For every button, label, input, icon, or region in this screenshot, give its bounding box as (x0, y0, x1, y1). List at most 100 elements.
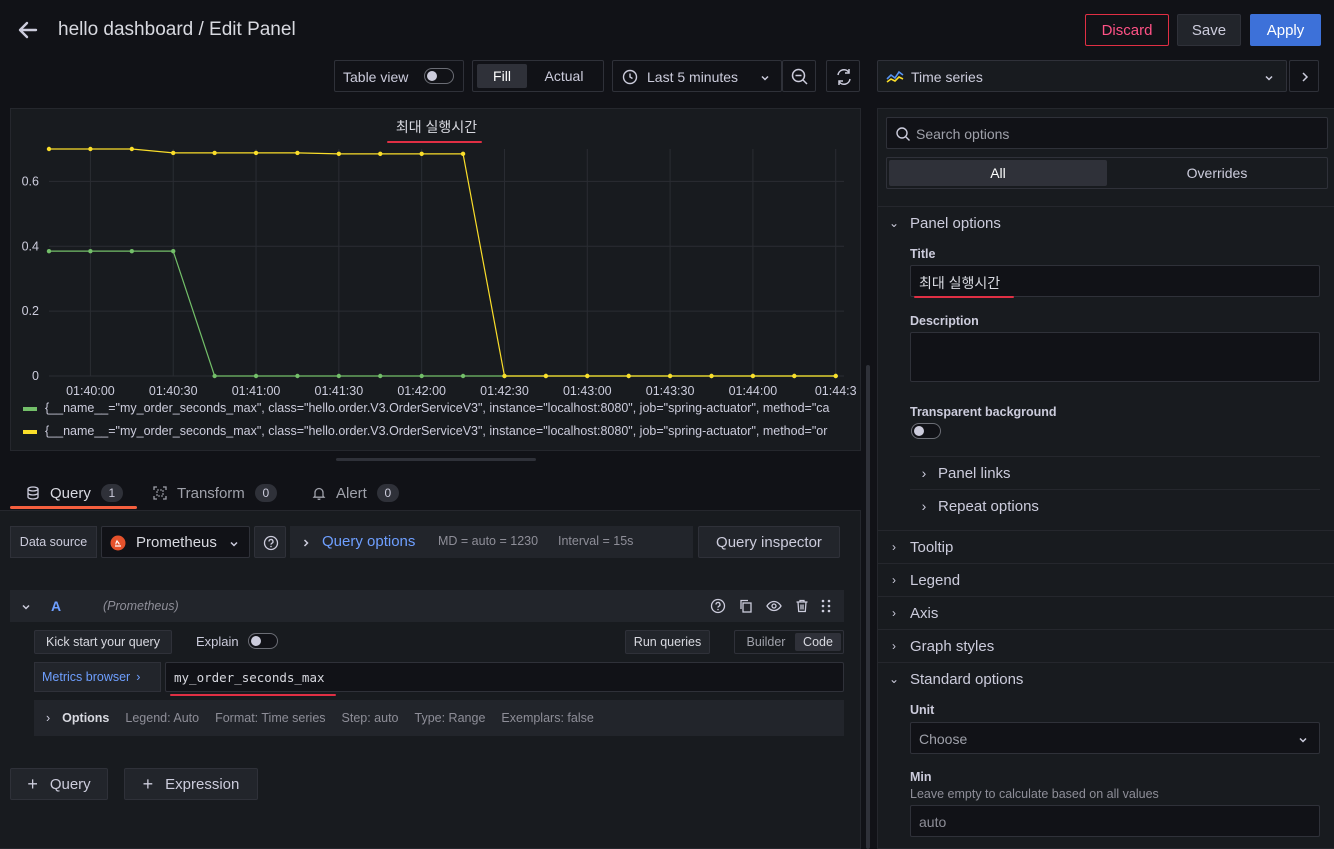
section-tooltip[interactable]: › Tooltip (878, 530, 1334, 563)
query-expression-input[interactable]: my_order_seconds_max (165, 662, 844, 692)
section-legend[interactable]: › Legend (878, 563, 1334, 596)
x-tick-label: 01:40:30 (149, 384, 198, 398)
data-point (212, 150, 217, 156)
chevron-down-icon: ⌄ (888, 216, 900, 230)
tab-alert[interactable]: Alert 0 (302, 478, 409, 508)
query-options-bar[interactable]: Query options MD = auto = 1230 Interval … (290, 526, 693, 558)
description-textarea[interactable] (910, 332, 1320, 382)
data-point (171, 248, 176, 254)
section-graph-styles[interactable]: › Graph styles (878, 629, 1334, 662)
tab-transform[interactable]: Transform 0 (143, 478, 287, 508)
chevron-down-icon (228, 537, 240, 553)
query-options-label[interactable]: Query options (322, 533, 415, 550)
exemplars-info: Exemplars: false (501, 711, 594, 725)
query-row-header: A (Prometheus) (10, 590, 844, 622)
save-button[interactable]: Save (1177, 14, 1241, 46)
legend-label: {__name__="my_order_seconds_max", class=… (45, 424, 828, 438)
step-info: Step: auto (341, 711, 399, 725)
y-tick-label: 0.4 (22, 239, 39, 253)
data-point (336, 373, 342, 379)
explain-toggle[interactable] (248, 633, 278, 649)
tab-query[interactable]: Query 1 (10, 478, 139, 508)
data-point (295, 150, 300, 156)
unit-select[interactable]: Choose (910, 722, 1320, 754)
min-input[interactable]: auto (910, 805, 1320, 837)
add-expression-button[interactable]: + Expression (124, 768, 258, 800)
data-point (171, 150, 176, 156)
visualization-picker[interactable]: Time series (877, 60, 1287, 92)
zoom-out-icon[interactable] (782, 60, 816, 92)
chevron-right-icon: › (892, 540, 896, 554)
tab-transform-label: Transform (177, 484, 245, 502)
section-panel-links[interactable]: › Panel links (910, 456, 1320, 489)
apply-button[interactable]: Apply (1250, 14, 1321, 46)
data-source-picker[interactable]: Prometheus (101, 526, 250, 558)
builder-mode-button[interactable]: Builder (737, 633, 795, 651)
time-series-icon (886, 69, 904, 86)
legend-item[interactable]: {__name__="my_order_seconds_max", class=… (23, 401, 858, 417)
kick-start-query-button[interactable]: Kick start your query (34, 630, 172, 654)
section-standard-options[interactable]: ⌄ Standard options (878, 662, 1334, 695)
data-point (295, 373, 300, 379)
title-input[interactable]: 최대 실행시간 (910, 265, 1320, 297)
actual-button[interactable]: Actual (533, 64, 595, 88)
chevron-right-icon (300, 536, 312, 552)
table-view-switch[interactable] (424, 68, 454, 84)
data-point (460, 151, 466, 157)
x-tick-label: 01:44:3 (815, 384, 857, 398)
time-range-picker[interactable]: Last 5 minutes (612, 60, 782, 92)
copy-icon[interactable] (738, 598, 754, 617)
tab-all[interactable]: All (889, 160, 1107, 186)
x-tick-label: 01:43:30 (646, 384, 695, 398)
data-point (88, 248, 93, 254)
add-query-button[interactable]: + Query (10, 768, 108, 800)
section-axis[interactable]: › Axis (878, 596, 1334, 629)
section-repeat-options[interactable]: › Repeat options (910, 489, 1320, 522)
tab-overrides[interactable]: Overrides (1109, 160, 1325, 186)
section-panel-options[interactable]: ⌄ Panel options (878, 206, 1334, 239)
data-point (460, 373, 466, 379)
metrics-browser-button[interactable]: Metrics browser › (34, 662, 161, 692)
eye-icon[interactable] (766, 598, 782, 617)
chevron-right-icon: › (46, 711, 51, 725)
legend-swatch (23, 429, 37, 434)
data-point (378, 373, 383, 379)
run-queries-button[interactable]: Run queries (625, 630, 710, 654)
resize-handle[interactable] (336, 458, 536, 461)
explain-label: Explain (196, 634, 239, 649)
data-point (46, 248, 52, 254)
trash-icon[interactable] (794, 598, 810, 617)
search-options-input[interactable]: Search options (886, 117, 1328, 149)
chevron-right-icon: › (136, 670, 141, 684)
drag-handle-icon[interactable] (820, 598, 832, 617)
legend-item[interactable]: {__name__="my_order_seconds_max", class=… (23, 424, 858, 440)
help-icon[interactable] (254, 526, 286, 558)
table-view-toggle[interactable]: Table view (334, 60, 464, 92)
chevron-right-icon[interactable] (1289, 60, 1319, 92)
time-range-label: Last 5 minutes (647, 69, 739, 85)
data-point (419, 151, 424, 157)
query-datasource-hint: (Prometheus) (103, 599, 179, 613)
transparent-background-label: Transparent background (910, 405, 1057, 419)
panel-preview: 최대 실행시간 0 0.2 0.4 0.6 01:40:00 01:40:30 01:41:… (10, 108, 861, 451)
query-inspector-button[interactable]: Query inspector (698, 526, 840, 558)
transparent-background-toggle[interactable] (911, 423, 941, 439)
chevron-down-icon (759, 71, 771, 87)
query-ref-id[interactable]: A (51, 598, 61, 614)
back-arrow-icon[interactable] (16, 18, 40, 42)
collapse-chevron-icon[interactable] (20, 600, 32, 616)
data-point (46, 146, 52, 152)
metrics-browser-label: Metrics browser (42, 670, 131, 684)
data-point (378, 151, 383, 157)
discard-button[interactable]: Discard (1085, 14, 1169, 46)
help-icon[interactable] (710, 598, 726, 617)
refresh-icon[interactable] (826, 60, 860, 92)
query-options-row[interactable]: › Options Legend: Auto Format: Time seri… (34, 700, 844, 736)
search-icon (895, 126, 911, 145)
clock-icon (622, 69, 638, 88)
scrollbar[interactable] (866, 365, 870, 849)
min-field-hint: Leave empty to calculate based on all va… (910, 787, 1159, 801)
data-point (667, 373, 673, 379)
fill-button[interactable]: Fill (477, 64, 527, 88)
code-mode-button[interactable]: Code (795, 633, 841, 651)
